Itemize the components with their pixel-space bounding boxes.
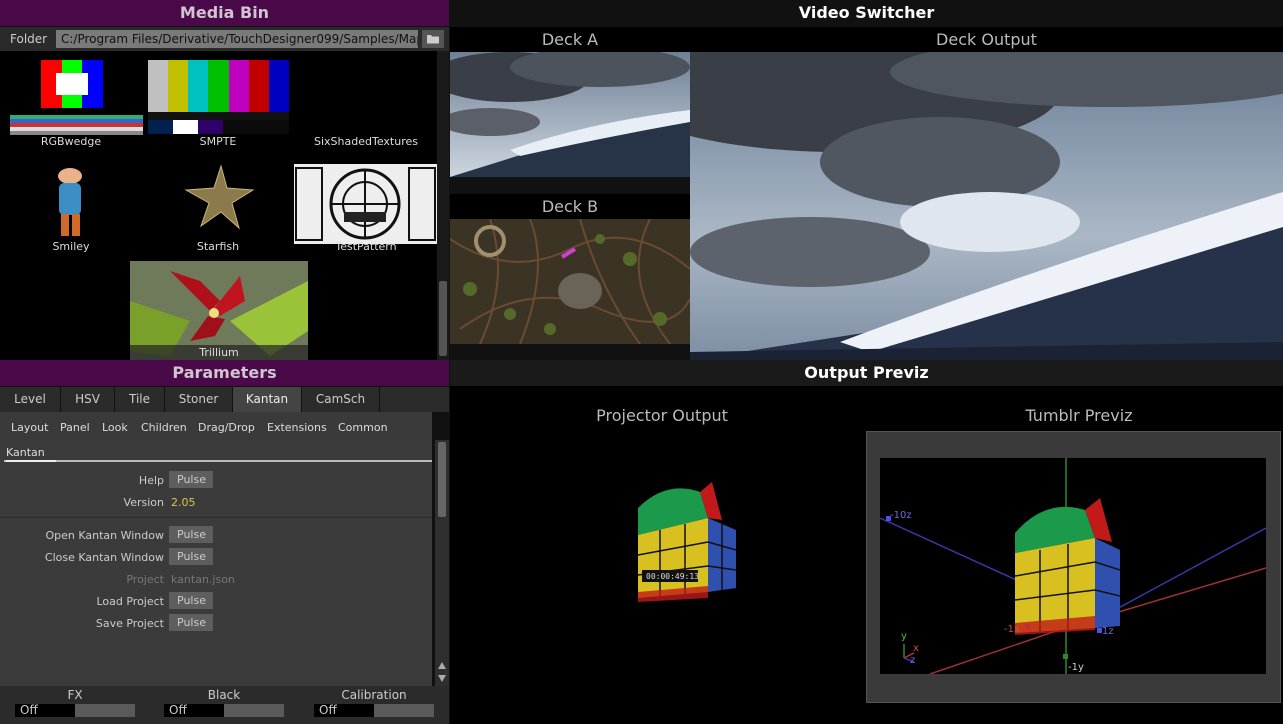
thumbnail-trillium[interactable]: Trillium — [130, 261, 308, 360]
gizmo-z-label: z — [910, 655, 916, 666]
page-tab-divider — [4, 460, 432, 462]
close-kantan-window-button[interactable]: Pulse — [169, 548, 213, 565]
thumbnail-label: RGBwedge — [40, 135, 102, 148]
deck-output-label: Deck Output — [690, 27, 1283, 52]
tab-tile[interactable]: Tile — [115, 387, 165, 412]
thumbnail-label: TestPattern — [335, 240, 397, 253]
scrollbar-thumb[interactable] — [438, 442, 446, 517]
video-switcher-header: Video Switcher — [450, 0, 1283, 26]
thumbnail-smiley[interactable]: Smiley — [0, 156, 145, 256]
version-value: 2.05 — [171, 496, 196, 509]
project-label: Project — [126, 573, 164, 586]
subtab-dragdrop[interactable]: Drag/Drop — [198, 421, 255, 434]
subtab-panel[interactable]: Panel — [60, 421, 90, 434]
projector-output-view: 00:00:49:13 — [630, 480, 742, 605]
projector-output-label: Projector Output — [596, 406, 728, 425]
projector-timecode: 00:00:49:13 — [646, 572, 699, 581]
tab-stoner[interactable]: Stoner — [165, 387, 233, 412]
page-tab-kantan[interactable]: Kantan — [6, 446, 45, 459]
parameter-tabs: Level HSV Tile Stoner Kantan CamSch — [0, 387, 449, 412]
black-toggle-state: Off — [164, 704, 224, 717]
tumblr-previz-viewport[interactable]: -10z -1x 1z -1y y x z — [879, 458, 1267, 675]
save-project-button[interactable]: Pulse — [169, 614, 213, 631]
thumbnail-label: SMPTE — [199, 135, 237, 148]
calibration-label: Calibration — [341, 688, 407, 702]
scroll-arrows-icon[interactable] — [438, 660, 446, 684]
deck-a-preview[interactable] — [450, 52, 690, 177]
calibration-toggle[interactable]: Off — [314, 704, 434, 717]
thumbnail-label: SixShadedTextures — [314, 135, 418, 148]
folder-icon — [427, 35, 439, 44]
bottom-toggle-bar: FX Off Black Off Calibration Off — [0, 686, 449, 724]
fx-toggle-state: Off — [15, 704, 75, 717]
axis-label-neg-z10: -10z — [890, 510, 912, 521]
parameters-header: Parameters — [0, 360, 449, 386]
open-kantan-window-button[interactable]: Pulse — [169, 526, 213, 543]
thumbnail-label: Trillium — [199, 346, 239, 359]
smpte-image — [148, 60, 289, 134]
axis-label-neg-x1: -1x — [1004, 624, 1020, 635]
tab-level[interactable]: Level — [0, 387, 61, 412]
thumbnail-smpte[interactable]: SMPTE — [148, 51, 293, 151]
deck-b-label: Deck B — [450, 194, 690, 219]
folder-path-field[interactable]: C:/Program Files/Derivative/TouchDesigne… — [56, 30, 418, 48]
axis-label-pos-z1: 1z — [1102, 626, 1114, 637]
output-previz-header: Output Previz — [450, 360, 1283, 386]
thumbnail-label: Starfish — [196, 240, 240, 253]
thumbnail-rgbwedge[interactable]: RGBwedge — [0, 51, 145, 151]
thumbnail-testpattern[interactable]: TestPattern — [294, 164, 437, 253]
tab-kantan[interactable]: Kantan — [233, 387, 302, 412]
folder-bar: Folder C:/Program Files/Derivative/Touch… — [0, 27, 449, 51]
subtab-common[interactable]: Common — [338, 421, 388, 434]
deck-b-preview[interactable] — [450, 219, 690, 344]
parameter-scrollbar[interactable] — [435, 440, 449, 686]
thumbnail-starfish[interactable]: Starfish — [148, 156, 293, 256]
thumbnail-sixshadedtextures[interactable]: SixShadedTextures — [296, 51, 436, 151]
project-field[interactable]: kantan.json — [171, 573, 235, 586]
load-project-label: Load Project — [96, 595, 164, 608]
axis-label-neg-y1: -1y — [1068, 662, 1084, 673]
page-tab-underline — [6, 460, 56, 462]
deck-a-label: Deck A — [450, 27, 690, 52]
thumbnail-label: Smiley — [52, 240, 90, 253]
folder-browse-button[interactable] — [422, 30, 444, 48]
parameter-subtabs: Layout Panel Look Children Drag/Drop Ext… — [0, 412, 432, 441]
black-toggle[interactable]: Off — [164, 704, 284, 717]
version-label: Version — [123, 496, 164, 509]
testpattern-image — [294, 164, 437, 244]
subtab-look[interactable]: Look — [102, 421, 128, 434]
help-pulse-button[interactable]: Pulse — [169, 471, 213, 488]
fx-toggle[interactable]: Off — [15, 704, 135, 717]
tumblr-previz-label: Tumblr Previz — [1025, 406, 1133, 425]
parameter-separator — [0, 517, 432, 518]
scrollbar-thumb[interactable] — [439, 281, 447, 356]
tab-hsv[interactable]: HSV — [61, 387, 115, 412]
rgbwedge-image — [10, 60, 143, 135]
media-bin-header: Media Bin — [0, 0, 449, 26]
starfish-image — [184, 164, 255, 230]
save-project-label: Save Project — [95, 617, 164, 630]
load-project-button[interactable]: Pulse — [169, 592, 213, 609]
subtab-layout[interactable]: Layout — [11, 421, 48, 434]
smiley-image — [58, 168, 82, 236]
gizmo-x-label: x — [913, 643, 919, 654]
gizmo-y-label: y — [901, 631, 907, 642]
subtab-children[interactable]: Children — [141, 421, 187, 434]
black-label: Black — [207, 688, 241, 702]
tab-camsch[interactable]: CamSch — [302, 387, 380, 412]
help-label: Help — [138, 474, 164, 487]
close-kantan-window-label: Close Kantan Window — [44, 551, 164, 564]
folder-label: Folder — [10, 32, 48, 46]
subtab-extensions[interactable]: Extensions — [267, 421, 327, 434]
deck-output-preview — [690, 52, 1283, 360]
fx-label: FX — [67, 688, 83, 702]
open-kantan-window-label: Open Kantan Window — [45, 529, 164, 542]
calibration-toggle-state: Off — [314, 704, 374, 717]
media-bin-scrollbar[interactable] — [437, 51, 449, 360]
media-bin-grid: RGBwedge SMPTE SixShadedTextures Smiley … — [0, 51, 437, 360]
